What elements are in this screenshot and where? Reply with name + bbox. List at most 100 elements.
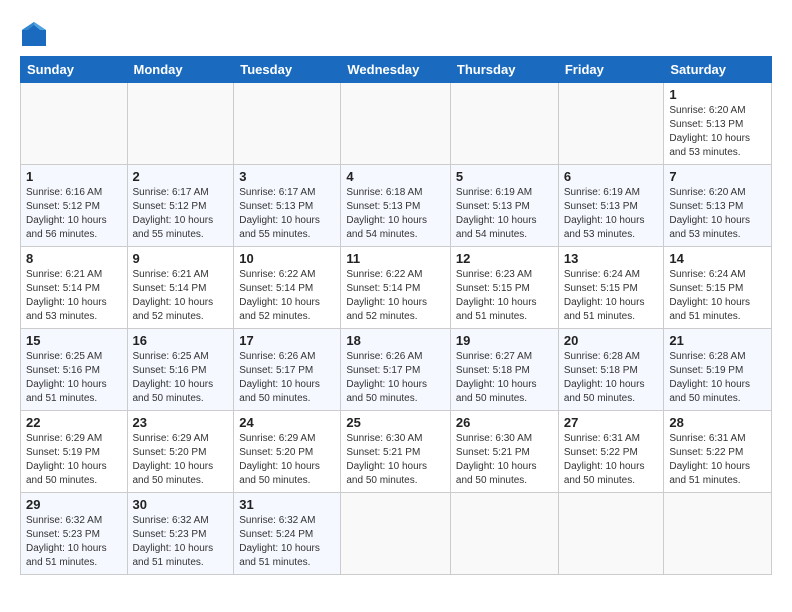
day-number: 3 <box>239 169 335 184</box>
day-cell: 1 Sunrise: 6:16 AMSunset: 5:12 PMDaylight… <box>21 165 128 247</box>
logo <box>20 20 52 48</box>
day-info: Sunrise: 6:27 AMSunset: 5:18 PMDaylight:… <box>456 350 553 406</box>
day-number: 2 <box>133 169 229 184</box>
day-info: Sunrise: 6:29 AMSunset: 5:20 PMDaylight:… <box>133 432 229 488</box>
day-cell: 2 Sunrise: 6:17 AMSunset: 5:12 PMDaylight… <box>127 165 234 247</box>
day-info: Sunrise: 6:26 AMSunset: 5:17 PMDaylight:… <box>239 350 335 406</box>
day-cell: 24 Sunrise: 6:29 AMSunset: 5:20 PMDayligh… <box>234 411 341 493</box>
day-number: 1 <box>26 169 122 184</box>
day-info: Sunrise: 6:23 AMSunset: 5:15 PMDaylight:… <box>456 268 553 324</box>
day-number: 4 <box>346 169 445 184</box>
day-info: Sunrise: 6:28 AMSunset: 5:18 PMDaylight:… <box>564 350 659 406</box>
day-cell: 12 Sunrise: 6:23 AMSunset: 5:15 PMDayligh… <box>450 247 558 329</box>
day-number: 11 <box>346 251 445 266</box>
day-info: Sunrise: 6:17 AMSunset: 5:12 PMDaylight:… <box>133 186 229 242</box>
day-number: 13 <box>564 251 659 266</box>
col-header-monday: Monday <box>127 57 234 83</box>
day-info: Sunrise: 6:28 AMSunset: 5:19 PMDaylight:… <box>669 350 766 406</box>
day-cell: 20 Sunrise: 6:28 AMSunset: 5:18 PMDayligh… <box>558 329 664 411</box>
day-number: 24 <box>239 415 335 430</box>
day-info: Sunrise: 6:19 AMSunset: 5:13 PMDaylight:… <box>564 186 659 242</box>
day-info: Sunrise: 6:19 AMSunset: 5:13 PMDaylight:… <box>456 186 553 242</box>
day-number: 5 <box>456 169 553 184</box>
day-info: Sunrise: 6:20 AMSunset: 5:13 PMDaylight:… <box>669 186 766 242</box>
day-number: 27 <box>564 415 659 430</box>
day-info: Sunrise: 6:30 AMSunset: 5:21 PMDaylight:… <box>456 432 553 488</box>
day-number: 19 <box>456 333 553 348</box>
col-header-sunday: Sunday <box>21 57 128 83</box>
week-row-1: 1 Sunrise: 6:20 AMSunset: 5:13 PMDaylight… <box>21 83 772 165</box>
day-cell: 11 Sunrise: 6:22 AMSunset: 5:14 PMDayligh… <box>341 247 451 329</box>
col-header-tuesday: Tuesday <box>234 57 341 83</box>
day-cell: 16Sunrise: 6:25 AMSunset: 5:16 PMDayligh… <box>127 329 234 411</box>
day-info: Sunrise: 6:22 AMSunset: 5:14 PMDaylight:… <box>346 268 445 324</box>
page: SundayMondayTuesdayWednesdayThursdayFrid… <box>0 0 792 612</box>
day-cell <box>558 83 664 165</box>
day-cell: 3Sunrise: 6:17 AMSunset: 5:13 PMDaylight… <box>234 165 341 247</box>
day-cell <box>21 83 128 165</box>
day-number: 17 <box>239 333 335 348</box>
calendar-body: 1 Sunrise: 6:20 AMSunset: 5:13 PMDaylight… <box>21 83 772 575</box>
day-number: 12 <box>456 251 553 266</box>
day-cell <box>127 83 234 165</box>
day-cell: 17 Sunrise: 6:26 AMSunset: 5:17 PMDayligh… <box>234 329 341 411</box>
day-info: Sunrise: 6:32 AMSunset: 5:24 PMDaylight:… <box>239 514 335 570</box>
day-number: 31 <box>239 497 335 512</box>
col-header-wednesday: Wednesday <box>341 57 451 83</box>
day-info: Sunrise: 6:24 AMSunset: 5:15 PMDaylight:… <box>564 268 659 324</box>
day-info: Sunrise: 6:32 AMSunset: 5:23 PMDaylight:… <box>26 514 122 570</box>
day-info: Sunrise: 6:26 AMSunset: 5:17 PMDaylight:… <box>346 350 445 406</box>
day-number: 14 <box>669 251 766 266</box>
day-cell: 15 Sunrise: 6:25 AMSunset: 5:16 PMDayligh… <box>21 329 128 411</box>
day-info: Sunrise: 6:24 AMSunset: 5:15 PMDaylight:… <box>669 268 766 324</box>
day-info: Sunrise: 6:32 AMSunset: 5:23 PMDaylight:… <box>133 514 229 570</box>
day-cell: 4 Sunrise: 6:18 AMSunset: 5:13 PMDaylight… <box>341 165 451 247</box>
week-row-6: 29 Sunrise: 6:32 AMSunset: 5:23 PMDayligh… <box>21 493 772 575</box>
day-cell: 28Sunrise: 6:31 AMSunset: 5:22 PMDayligh… <box>664 411 772 493</box>
day-cell: 19 Sunrise: 6:27 AMSunset: 5:18 PMDayligh… <box>450 329 558 411</box>
day-number: 6 <box>564 169 659 184</box>
day-info: Sunrise: 6:20 AMSunset: 5:13 PMDaylight:… <box>669 104 766 160</box>
day-cell: 10 Sunrise: 6:22 AMSunset: 5:14 PMDayligh… <box>234 247 341 329</box>
day-cell: 14 Sunrise: 6:24 AMSunset: 5:15 PMDayligh… <box>664 247 772 329</box>
week-row-4: 15 Sunrise: 6:25 AMSunset: 5:16 PMDayligh… <box>21 329 772 411</box>
day-number: 1 <box>669 87 766 102</box>
day-info: Sunrise: 6:16 AMSunset: 5:12 PMDaylight:… <box>26 186 122 242</box>
day-number: 30 <box>133 497 229 512</box>
header-row: SundayMondayTuesdayWednesdayThursdayFrid… <box>21 57 772 83</box>
day-cell <box>341 493 451 575</box>
day-number: 15 <box>26 333 122 348</box>
day-info: Sunrise: 6:29 AMSunset: 5:20 PMDaylight:… <box>239 432 335 488</box>
day-cell: 23 Sunrise: 6:29 AMSunset: 5:20 PMDayligh… <box>127 411 234 493</box>
day-info: Sunrise: 6:21 AMSunset: 5:14 PMDaylight:… <box>133 268 229 324</box>
day-number: 10 <box>239 251 335 266</box>
day-number: 22 <box>26 415 122 430</box>
day-cell: 13 Sunrise: 6:24 AMSunset: 5:15 PMDayligh… <box>558 247 664 329</box>
col-header-thursday: Thursday <box>450 57 558 83</box>
day-cell <box>450 493 558 575</box>
day-number: 29 <box>26 497 122 512</box>
day-info: Sunrise: 6:30 AMSunset: 5:21 PMDaylight:… <box>346 432 445 488</box>
day-number: 18 <box>346 333 445 348</box>
day-number: 25 <box>346 415 445 430</box>
day-info: Sunrise: 6:22 AMSunset: 5:14 PMDaylight:… <box>239 268 335 324</box>
day-cell: 21Sunrise: 6:28 AMSunset: 5:19 PMDayligh… <box>664 329 772 411</box>
col-header-friday: Friday <box>558 57 664 83</box>
day-cell <box>558 493 664 575</box>
day-cell: 6 Sunrise: 6:19 AMSunset: 5:13 PMDaylight… <box>558 165 664 247</box>
day-info: Sunrise: 6:25 AMSunset: 5:16 PMDaylight:… <box>26 350 122 406</box>
day-number: 23 <box>133 415 229 430</box>
day-info: Sunrise: 6:18 AMSunset: 5:13 PMDaylight:… <box>346 186 445 242</box>
day-cell <box>450 83 558 165</box>
day-cell <box>664 493 772 575</box>
day-number: 26 <box>456 415 553 430</box>
day-info: Sunrise: 6:25 AMSunset: 5:16 PMDaylight:… <box>133 350 229 406</box>
day-number: 8 <box>26 251 122 266</box>
day-cell <box>341 83 451 165</box>
day-cell: 1 Sunrise: 6:20 AMSunset: 5:13 PMDaylight… <box>664 83 772 165</box>
day-cell: 5 Sunrise: 6:19 AMSunset: 5:13 PMDaylight… <box>450 165 558 247</box>
day-info: Sunrise: 6:31 AMSunset: 5:22 PMDaylight:… <box>564 432 659 488</box>
calendar-table: SundayMondayTuesdayWednesdayThursdayFrid… <box>20 56 772 575</box>
day-number: 20 <box>564 333 659 348</box>
col-header-saturday: Saturday <box>664 57 772 83</box>
